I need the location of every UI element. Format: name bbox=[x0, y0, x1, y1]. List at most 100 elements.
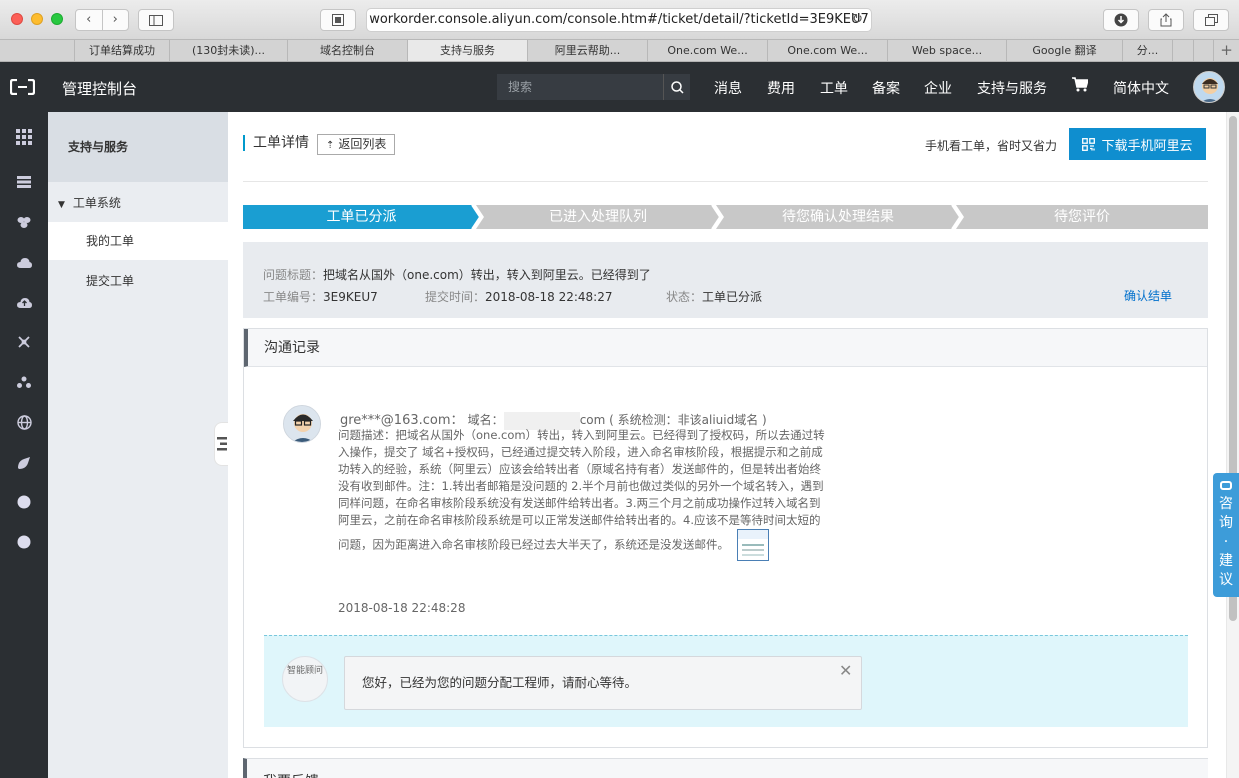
header-divider bbox=[243, 181, 1208, 182]
search-box bbox=[497, 74, 690, 100]
page-scrollbar[interactable] bbox=[1226, 112, 1239, 778]
minimize-window-button[interactable] bbox=[31, 13, 43, 25]
tab-12[interactable] bbox=[1194, 40, 1214, 61]
database-icon[interactable] bbox=[16, 214, 32, 230]
tab-9[interactable]: Google 翻译 bbox=[1007, 40, 1123, 61]
product-rail bbox=[0, 112, 48, 778]
tab-6[interactable]: One.com We... bbox=[648, 40, 768, 61]
cloud-upload-icon[interactable] bbox=[16, 294, 32, 310]
grid-menu-icon[interactable] bbox=[16, 129, 32, 145]
download-app-button[interactable]: 下载手机阿里云 bbox=[1069, 128, 1206, 160]
ticket-id-value: 3E9KEU7 bbox=[323, 290, 378, 304]
nav-messages[interactable]: 消息 bbox=[714, 78, 742, 98]
reload-icon[interactable]: ↻ bbox=[852, 9, 863, 31]
downloads-button[interactable] bbox=[1103, 9, 1139, 31]
fullscreen-window-button[interactable] bbox=[51, 13, 63, 25]
tab-5[interactable]: 阿里云帮助... bbox=[528, 40, 648, 61]
console-title[interactable]: 管理控制台 bbox=[62, 78, 137, 99]
message-body: 问题描述：把域名从国外（one.com）转出，转入到阿里云。已经得到了授权码，所… bbox=[338, 427, 828, 561]
language-switch[interactable]: 简体中文 bbox=[1113, 78, 1169, 98]
history-nav: ‹ › bbox=[75, 9, 129, 31]
tabs-icon bbox=[1204, 14, 1218, 26]
chat-bubble-icon bbox=[1220, 481, 1232, 490]
subject-value: 把域名从国外（one.com）转出，转入到阿里云。已经得到了 bbox=[323, 268, 651, 282]
consult-label: 咨询·建议 bbox=[1219, 496, 1233, 588]
confirm-close-ticket-link[interactable]: 确认结单 bbox=[1124, 287, 1172, 304]
nav-icp[interactable]: 备案 bbox=[872, 78, 900, 98]
back-arrow-icon[interactable]: ‹ bbox=[76, 10, 102, 30]
nav-tickets[interactable]: 工单 bbox=[820, 78, 848, 98]
tab-7[interactable]: One.com We... bbox=[768, 40, 888, 61]
download-app-label: 下载手机阿里云 bbox=[1101, 138, 1193, 154]
user-avatar[interactable] bbox=[1193, 71, 1225, 103]
reader-button[interactable] bbox=[320, 9, 356, 31]
domain-label: 域名： bbox=[467, 413, 504, 427]
back-to-list-button[interactable]: ⇡ 返回列表 bbox=[317, 134, 396, 155]
sidebar-collapse-handle[interactable] bbox=[214, 422, 228, 466]
close-icon[interactable]: ✕ bbox=[839, 661, 852, 680]
network-cross-icon[interactable] bbox=[16, 334, 32, 350]
tab-2[interactable]: (130封未读)... bbox=[170, 40, 288, 61]
close-window-button[interactable] bbox=[11, 13, 23, 25]
circle-icon-2[interactable] bbox=[16, 534, 32, 550]
rocket-icon[interactable] bbox=[16, 454, 32, 470]
tab-1[interactable]: 订单结算成功 bbox=[75, 40, 170, 61]
cart-icon[interactable] bbox=[1072, 77, 1090, 96]
up-arrow-icon: ⇡ bbox=[326, 140, 335, 151]
message-time: 2018-08-18 22:48:28 bbox=[338, 601, 466, 615]
search-button[interactable] bbox=[663, 74, 690, 100]
attachment-thumbnail[interactable] bbox=[737, 529, 769, 561]
assistant-reply-box: 智能顾问 您好，已经为您的问题分配工程师，请耐心等待。 ✕ bbox=[264, 635, 1188, 727]
domain-suffix: com ( 系统检测：非该aliuid域名 ) bbox=[579, 413, 767, 427]
step-await-rating: 待您评价 bbox=[1054, 209, 1110, 225]
aliyun-logo-icon[interactable] bbox=[10, 79, 35, 95]
page-title: 工单详情 bbox=[243, 135, 309, 151]
sidebar-icon bbox=[149, 14, 163, 26]
cloud-icon[interactable] bbox=[16, 254, 32, 270]
feedback-title: 我要反馈 bbox=[243, 758, 1208, 778]
address-bar[interactable]: workorder.console.aliyun.com/console.htm… bbox=[366, 8, 872, 32]
status-value: 工单已分派 bbox=[702, 290, 763, 304]
nav-billing[interactable]: 费用 bbox=[767, 78, 795, 98]
share-button[interactable] bbox=[1148, 9, 1184, 31]
tabs-overview-button[interactable] bbox=[1193, 9, 1229, 31]
submit-time-value: 2018-08-18 22:48:27 bbox=[485, 290, 613, 304]
submit-time-label: 提交时间： bbox=[425, 290, 486, 304]
cluster-icon[interactable] bbox=[16, 374, 32, 390]
step-await-confirm: 待您确认处理结果 bbox=[782, 209, 894, 225]
server-icon[interactable] bbox=[16, 174, 32, 190]
tab-10[interactable]: 分... bbox=[1123, 40, 1173, 61]
ticket-meta-row: 工单编号：3E9KEU7 提交时间：2018-08-18 22:48:27 状态：工… bbox=[263, 288, 762, 305]
share-icon bbox=[1160, 13, 1172, 27]
status-label: 状态： bbox=[666, 290, 703, 304]
tab-11[interactable] bbox=[1173, 40, 1194, 61]
tab-3[interactable]: 域名控制台 bbox=[288, 40, 408, 61]
assistant-message: 您好，已经为您的问题分配工程师，请耐心等待。 bbox=[344, 656, 862, 710]
search-input[interactable] bbox=[497, 74, 663, 100]
forward-arrow-icon[interactable]: › bbox=[101, 10, 129, 30]
nav-enterprise[interactable]: 企业 bbox=[924, 78, 952, 98]
tab-4-active[interactable]: 支持与服务 bbox=[408, 40, 528, 61]
caret-down-icon: ▼ bbox=[58, 200, 65, 210]
tab-pinned[interactable] bbox=[0, 40, 75, 61]
ticket-info-box: 问题标题：把域名从国外（one.com）转出，转入到阿里云。已经得到了 工单编号… bbox=[243, 242, 1208, 318]
nav-support[interactable]: 支持与服务 bbox=[977, 78, 1047, 98]
sidebar-group-label: 工单系统 bbox=[72, 196, 121, 210]
step-queued: 已进入处理队列 bbox=[549, 209, 647, 225]
customer-avatar bbox=[283, 405, 321, 443]
consult-suggest-button[interactable]: 咨询·建议 bbox=[1213, 473, 1239, 597]
step-assigned: 工单已分派 bbox=[326, 209, 397, 225]
menu-lines-icon bbox=[217, 437, 227, 451]
sidebar-toggle-button[interactable] bbox=[138, 9, 174, 31]
sidebar-group-ticket-system[interactable]: ▼ 工单系统 bbox=[58, 194, 121, 211]
ticket-subject-row: 问题标题：把域名从国外（one.com）转出，转入到阿里云。已经得到了 bbox=[263, 266, 651, 283]
console-topbar: 管理控制台 消息 费用 工单 备案 企业 支持与服务 简体中文 bbox=[0, 62, 1239, 112]
mobile-hint-text: 手机看工单，省时又省力 bbox=[925, 139, 1058, 153]
sidebar-item-submit-ticket[interactable]: 提交工单 bbox=[48, 262, 228, 300]
sidebar-item-my-tickets[interactable]: 我的工单 bbox=[48, 222, 228, 260]
tab-8[interactable]: Web space... bbox=[888, 40, 1007, 61]
globe-icon[interactable] bbox=[16, 414, 32, 430]
subject-label: 问题标题： bbox=[263, 268, 324, 282]
circle-icon[interactable] bbox=[16, 494, 32, 510]
new-tab-plus-icon[interactable]: + bbox=[1214, 40, 1239, 61]
